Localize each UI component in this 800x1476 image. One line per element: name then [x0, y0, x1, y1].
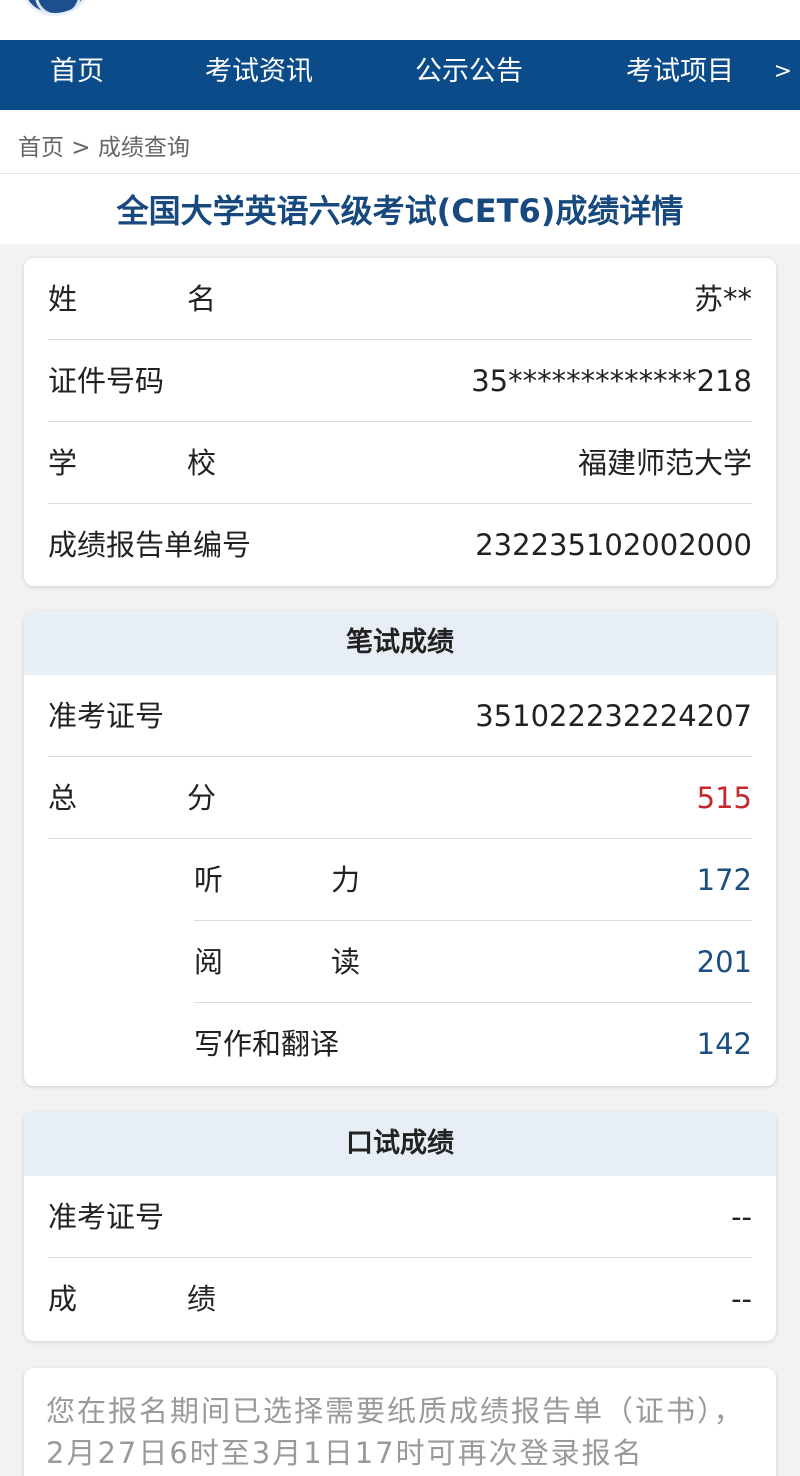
written-score-card: 笔试成绩 准考证号 351022232224207 总分 515 听力 172 …	[24, 611, 776, 1086]
name-label: 姓名	[48, 282, 327, 316]
writing-translation-row: 写作和翻译 142	[194, 1003, 752, 1085]
page-title: 全国大学英语六级考试(CET6)成绩详情	[116, 192, 684, 230]
writing-translation-label: 写作和翻译	[194, 1027, 340, 1061]
listening-score: 172	[696, 863, 752, 897]
name-row: 姓名 苏**	[48, 258, 752, 340]
top-bar	[0, 0, 800, 40]
school-value: 福建师范大学	[577, 446, 752, 480]
written-ticket-value: 351022232224207	[475, 699, 752, 733]
id-label: 证件号码	[48, 364, 165, 398]
total-score-value: 515	[696, 781, 752, 815]
oral-ticket-row: 准考证号 --	[48, 1176, 752, 1258]
nav-more-chevron-icon[interactable]: >	[774, 40, 792, 110]
nav-item-announcements[interactable]: 公示公告	[415, 40, 523, 110]
school-row: 学校 福建师范大学	[48, 422, 752, 504]
nav-item-exam-news[interactable]: 考试资讯	[205, 40, 313, 110]
id-row: 证件号码 35*************218	[48, 340, 752, 422]
report-number-value: 232235102002000	[475, 528, 752, 562]
total-score-label: 总分	[48, 781, 327, 815]
nav-item-home[interactable]: 首页	[50, 40, 104, 110]
report-number-label: 成绩报告单编号	[48, 528, 252, 562]
oral-ticket-label: 准考证号	[48, 1200, 165, 1234]
reading-row: 阅读 201	[194, 921, 752, 1003]
breadcrumb-bar: 首页 > 成绩查询	[0, 110, 800, 174]
written-ticket-label: 准考证号	[48, 699, 165, 733]
writing-translation-score: 142	[696, 1027, 752, 1061]
school-label: 学校	[48, 446, 327, 480]
notice-text: 您在报名期间已选择需要纸质成绩报告单（证书），2月27日6时至3月1日17时可再…	[46, 1394, 745, 1470]
breadcrumb[interactable]: 首页 > 成绩查询	[18, 128, 190, 162]
oral-score-label: 成绩	[48, 1282, 327, 1316]
oral-score-header: 口试成绩	[24, 1112, 776, 1176]
id-value: 35*************218	[471, 364, 752, 398]
name-value: 苏**	[693, 282, 752, 316]
listening-label: 听力	[194, 863, 469, 897]
oral-score-card: 口试成绩 准考证号 -- 成绩 --	[24, 1112, 776, 1341]
oral-score-value: --	[731, 1282, 752, 1316]
report-number-row: 成绩报告单编号 232235102002000	[48, 504, 752, 586]
nav-item-exam-projects[interactable]: 考试项目	[626, 40, 734, 110]
reading-score: 201	[696, 945, 752, 979]
main-nav: 首页 考试资讯 公示公告 考试项目 >	[0, 40, 800, 110]
written-ticket-row: 准考证号 351022232224207	[48, 675, 752, 757]
personal-info-card: 姓名 苏** 证件号码 35*************218 学校 福建师范大学…	[24, 258, 776, 586]
paper-report-notice: 您在报名期间已选择需要纸质成绩报告单（证书），2月27日6时至3月1日17时可再…	[24, 1368, 776, 1476]
reading-label: 阅读	[194, 945, 469, 979]
written-score-header: 笔试成绩	[24, 611, 776, 675]
oral-ticket-value: --	[731, 1200, 752, 1234]
site-logo[interactable]	[22, 0, 88, 16]
total-score-row: 总分 515	[48, 757, 752, 839]
listening-row: 听力 172	[194, 839, 752, 921]
oral-score-row: 成绩 --	[48, 1258, 752, 1340]
